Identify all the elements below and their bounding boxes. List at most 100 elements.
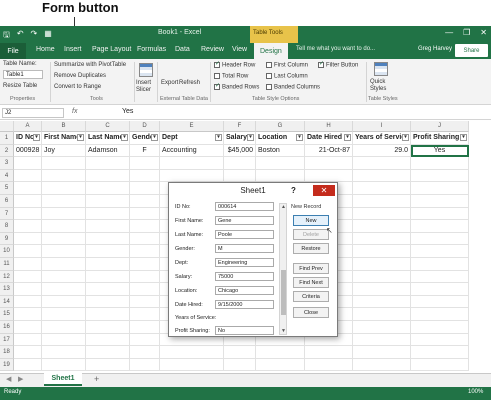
summarize-pivottable-button[interactable]: Summarize with PivotTable (54, 62, 126, 68)
empty-cell[interactable] (42, 169, 86, 183)
empty-cell[interactable] (130, 232, 160, 246)
empty-cell[interactable] (224, 157, 256, 170)
row-header[interactable]: 7 (0, 207, 14, 221)
filter-button-checkbox[interactable]: Filter Button (318, 60, 358, 69)
empty-cell[interactable] (353, 182, 411, 195)
empty-cell[interactable] (224, 358, 256, 372)
table-cell[interactable]: 29.0 (353, 144, 411, 158)
empty-cell[interactable] (14, 283, 42, 296)
fx-icon[interactable]: fx (72, 108, 77, 115)
empty-cell[interactable] (130, 182, 160, 195)
row-header[interactable]: 17 (0, 333, 14, 347)
banded-columns-checkbox[interactable]: Banded Columns (266, 84, 320, 91)
empty-cell[interactable] (130, 169, 160, 183)
column-header[interactable]: E (160, 121, 224, 132)
table-cell[interactable]: Boston (256, 144, 305, 158)
filter-dropdown-icon[interactable]: ▾ (33, 134, 40, 141)
empty-cell[interactable] (86, 195, 130, 208)
row-header[interactable]: 8 (0, 220, 14, 233)
filter-dropdown-icon[interactable]: ▾ (296, 134, 303, 141)
table-header-cell[interactable]: First Name ▾ (42, 132, 86, 145)
filter-dropdown-icon[interactable]: ▾ (77, 134, 84, 141)
dialog-close-icon[interactable]: ✕ (313, 185, 335, 196)
insert-slicer-button[interactable]: Insert Slicer (136, 80, 156, 94)
empty-cell[interactable] (305, 157, 353, 170)
empty-cell[interactable] (86, 321, 130, 334)
row-header[interactable]: 18 (0, 346, 14, 359)
export-button[interactable]: Export (161, 80, 178, 86)
field-input-dept[interactable]: Engineering (215, 258, 274, 267)
empty-cell[interactable] (86, 157, 130, 170)
empty-cell[interactable] (160, 358, 224, 372)
table-header-cell[interactable]: ID No ▾ (14, 132, 42, 145)
table-cell[interactable]: 000928 (14, 144, 42, 158)
undo-icon[interactable]: ↶ (17, 29, 24, 43)
empty-cell[interactable] (130, 308, 160, 321)
empty-cell[interactable] (411, 182, 469, 195)
empty-cell[interactable] (14, 358, 42, 372)
empty-cell[interactable] (353, 220, 411, 233)
field-input-date-hired[interactable]: 9/15/2000 (215, 300, 274, 309)
empty-cell[interactable] (14, 157, 42, 170)
zoom-level[interactable]: 100% (468, 389, 483, 395)
empty-cell[interactable] (14, 195, 42, 208)
empty-cell[interactable] (411, 169, 469, 183)
empty-cell[interactable] (14, 295, 42, 309)
field-input-last-name[interactable]: Poole (215, 230, 274, 239)
empty-cell[interactable] (130, 258, 160, 271)
empty-cell[interactable] (86, 358, 130, 372)
row-header[interactable]: 9 (0, 232, 14, 246)
empty-cell[interactable] (86, 308, 130, 321)
empty-cell[interactable] (224, 346, 256, 359)
filter-dropdown-icon[interactable]: ▾ (151, 134, 158, 141)
empty-cell[interactable] (353, 157, 411, 170)
empty-cell[interactable] (14, 232, 42, 246)
empty-cell[interactable] (14, 321, 42, 334)
row-header[interactable]: 4 (0, 169, 14, 183)
empty-cell[interactable] (353, 333, 411, 347)
remove-duplicates-button[interactable]: Remove Duplicates (54, 73, 106, 79)
empty-cell[interactable] (353, 270, 411, 284)
empty-cell[interactable] (42, 321, 86, 334)
empty-cell[interactable] (42, 346, 86, 359)
empty-cell[interactable] (130, 270, 160, 284)
field-input-salary[interactable]: 75000 (215, 272, 274, 281)
empty-cell[interactable] (86, 333, 130, 347)
empty-cell[interactable] (86, 245, 130, 258)
empty-cell[interactable] (130, 207, 160, 221)
save-icon[interactable]: 🖫 (3, 29, 10, 43)
tab-view[interactable]: View (232, 46, 247, 53)
table-header-cell[interactable]: Salary ▾ (224, 132, 256, 145)
empty-cell[interactable] (130, 245, 160, 258)
field-input-id[interactable]: 000614 (215, 202, 274, 211)
scrollbar-thumb[interactable] (281, 270, 286, 315)
table-header-cell[interactable]: Location ▾ (256, 132, 305, 145)
empty-cell[interactable] (130, 346, 160, 359)
table-cell[interactable]: Accounting (160, 144, 224, 158)
empty-cell[interactable] (160, 157, 224, 170)
empty-cell[interactable] (353, 232, 411, 246)
sheet-nav-left-icon[interactable]: ◀ (6, 375, 11, 383)
tab-insert[interactable]: Insert (64, 46, 82, 53)
sheet-tab-sheet1[interactable]: Sheet1 (44, 373, 82, 386)
empty-cell[interactable] (353, 308, 411, 321)
empty-cell[interactable] (411, 258, 469, 271)
empty-cell[interactable] (353, 295, 411, 309)
convert-to-range-button[interactable]: Convert to Range (54, 84, 101, 90)
add-sheet-icon[interactable]: + (94, 374, 99, 384)
empty-cell[interactable] (42, 270, 86, 284)
empty-cell[interactable] (14, 308, 42, 321)
empty-cell[interactable] (42, 232, 86, 246)
empty-cell[interactable] (256, 358, 305, 372)
empty-cell[interactable] (411, 295, 469, 309)
empty-cell[interactable] (42, 245, 86, 258)
empty-cell[interactable] (86, 169, 130, 183)
tab-design[interactable]: Design (254, 43, 288, 59)
table-cell[interactable]: Yes (411, 144, 469, 158)
empty-cell[interactable] (42, 207, 86, 221)
table-name-input[interactable]: Table1 (3, 70, 43, 79)
name-box[interactable]: J2 (2, 108, 64, 118)
empty-cell[interactable] (411, 232, 469, 246)
empty-cell[interactable] (14, 258, 42, 271)
empty-cell[interactable] (86, 283, 130, 296)
